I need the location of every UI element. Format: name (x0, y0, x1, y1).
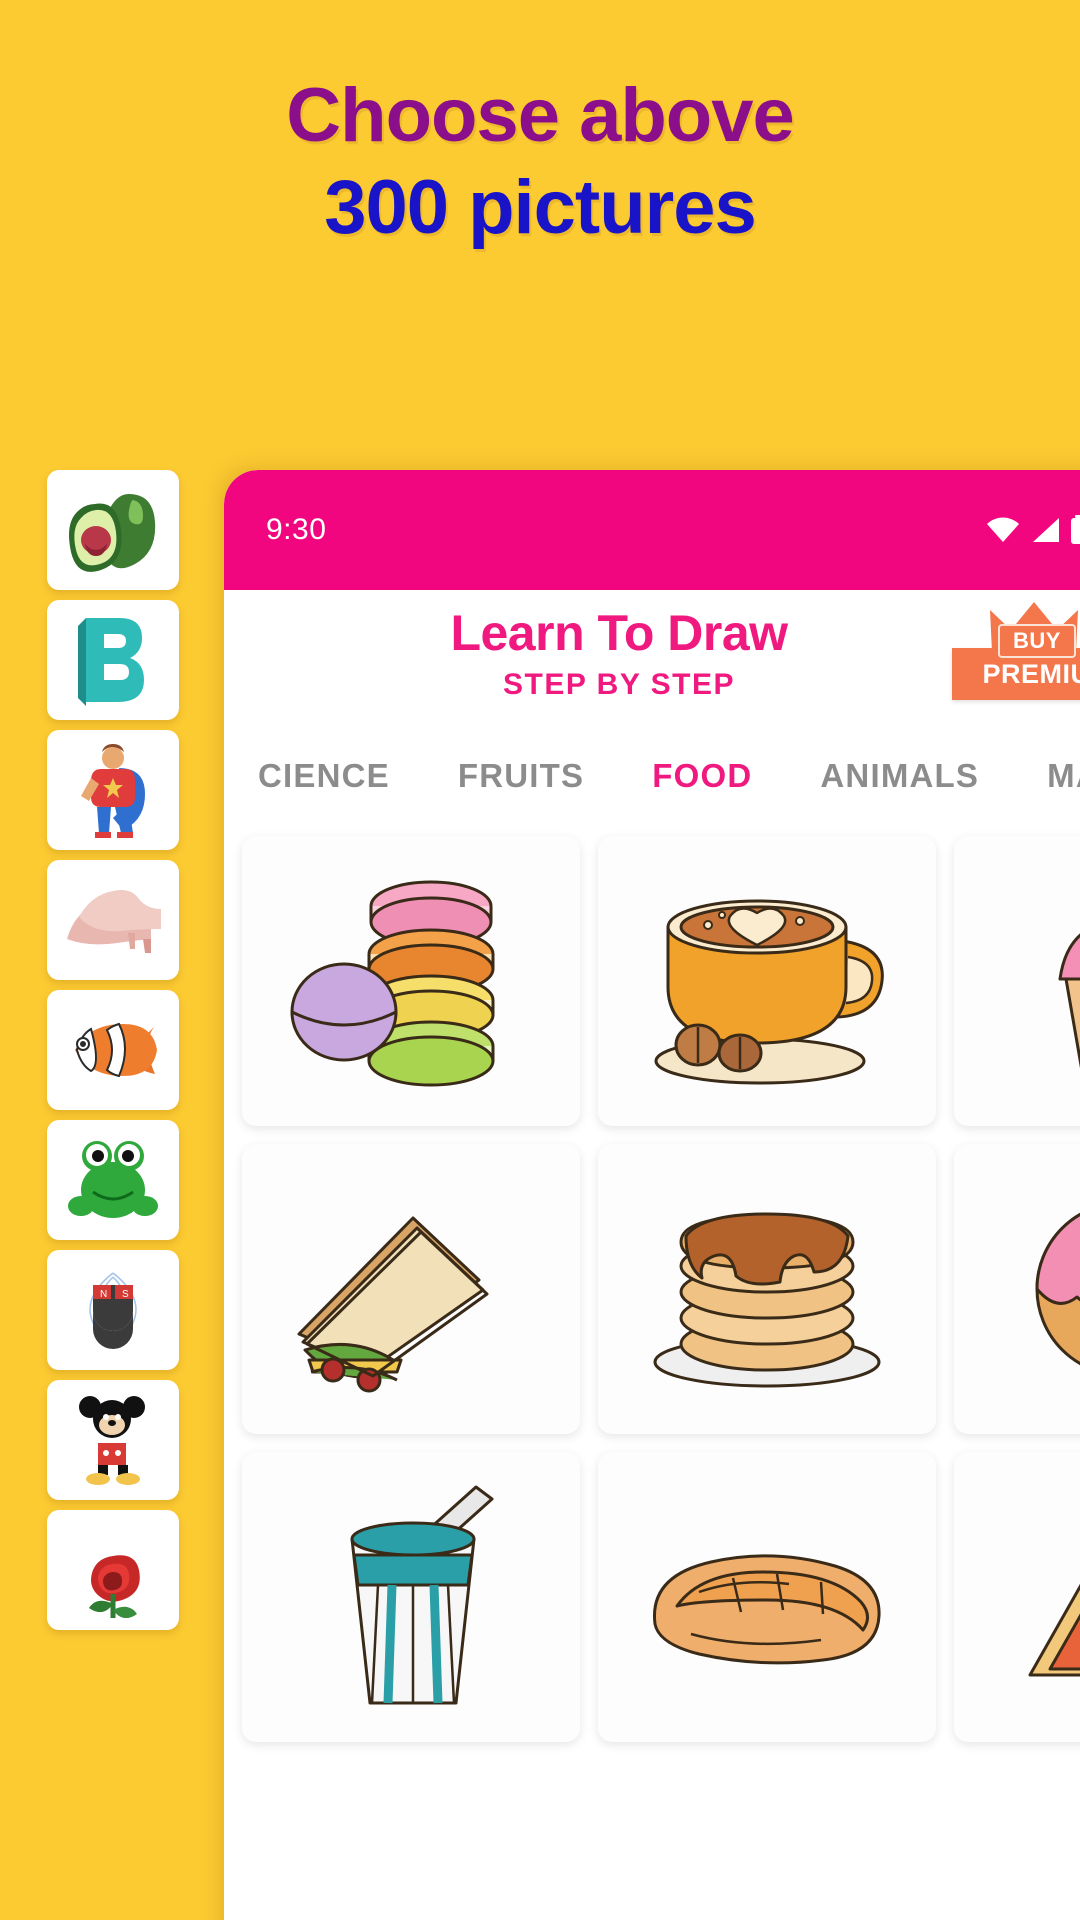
sidebar-thumb-clownfish[interactable] (47, 990, 179, 1110)
grid-card-macarons[interactable] (242, 836, 580, 1126)
picture-grid (224, 822, 1080, 1742)
high-heels-thumb-icon (63, 883, 163, 957)
tab-animals[interactable]: ANIMALS (786, 757, 1013, 795)
status-bar-icons (986, 515, 1080, 545)
buy-premium-button[interactable]: BUY PREMIUM (952, 602, 1080, 700)
soda-cup-drawing-icon (306, 1477, 516, 1717)
letter-b-thumb-icon (76, 614, 150, 706)
phone-mockup: 9:30 Learn To Draw STEP BY STEP BUY PREM… (224, 470, 1080, 1920)
grid-card-pancakes[interactable] (598, 1144, 936, 1434)
buy-label-box: BUY (998, 624, 1076, 658)
tab-fruits[interactable]: FRUITS (424, 757, 618, 795)
grid-card-coffee[interactable] (598, 836, 936, 1126)
app-header: Learn To Draw STEP BY STEP BUY PREMIUM (224, 590, 1080, 730)
coffee-cup-drawing-icon (642, 871, 892, 1091)
buy-label: BUY (1013, 628, 1061, 653)
clownfish-thumb-icon (63, 1018, 163, 1082)
macarons-drawing-icon (286, 866, 536, 1096)
grid-card-donut[interactable] (954, 1144, 1080, 1434)
grid-card-cupcake[interactable] (954, 836, 1080, 1126)
frog-thumb-icon (67, 1136, 159, 1224)
sidebar-thumb-letter-b[interactable] (47, 600, 179, 720)
status-bar-clock: 9:30 (266, 513, 327, 546)
cupcake-drawing-icon (1008, 871, 1080, 1091)
grid-card-soda[interactable] (242, 1452, 580, 1742)
tab-more[interactable]: MA (1013, 757, 1080, 795)
status-bar: 9:30 (224, 470, 1080, 590)
sandwich-drawing-icon (281, 1184, 541, 1394)
magnet-thumb-icon: N S (63, 1267, 163, 1353)
svg-text:S: S (122, 1289, 129, 1300)
grid-card-sandwich[interactable] (242, 1144, 580, 1434)
sidebar-thumb-frog[interactable] (47, 1120, 179, 1240)
sidebar-thumb-mickey-mouse[interactable] (47, 1380, 179, 1500)
sidebar-thumb-rose[interactable] (47, 1510, 179, 1630)
hot-dog-drawing-icon (637, 1502, 897, 1692)
tab-science[interactable]: CIENCE (224, 757, 424, 795)
sidebar-thumb-high-heels[interactable] (47, 860, 179, 980)
svg-text:N: N (100, 1289, 107, 1300)
sidebar-thumb-magnet[interactable]: N S (47, 1250, 179, 1370)
pancakes-drawing-icon (642, 1184, 892, 1394)
premium-label: PREMIUM (982, 658, 1080, 689)
donut-drawing-icon (1013, 1184, 1080, 1394)
battery-icon (1070, 515, 1080, 545)
superhero-thumb-icon (73, 742, 153, 838)
promo-screenshot: Choose above 300 pictures 9:30 Learn To … (0, 0, 1080, 1920)
mickey-mouse-thumb-icon (72, 1393, 154, 1487)
wifi-icon (986, 517, 1020, 543)
headline-line-1: Choose above (286, 73, 794, 158)
headline-line-2: 300 pictures (324, 165, 757, 250)
avocado-thumb-icon (65, 488, 161, 572)
pizza-drawing-icon (1008, 1497, 1080, 1697)
rose-thumb-icon (70, 1522, 156, 1618)
sidebar-thumb-superhero[interactable] (47, 730, 179, 850)
category-tabs[interactable]: CIENCE FRUITS FOOD ANIMALS MA (224, 730, 1080, 822)
grid-card-hotdog[interactable] (598, 1452, 936, 1742)
tab-food[interactable]: FOOD (618, 757, 786, 795)
thumbnail-sidebar: N S (47, 470, 181, 1630)
promo-headline: Choose above 300 pictures (0, 78, 1080, 246)
grid-card-pizza[interactable] (954, 1452, 1080, 1742)
cellular-signal-icon (1030, 517, 1060, 543)
sidebar-thumb-avocado[interactable] (47, 470, 179, 590)
